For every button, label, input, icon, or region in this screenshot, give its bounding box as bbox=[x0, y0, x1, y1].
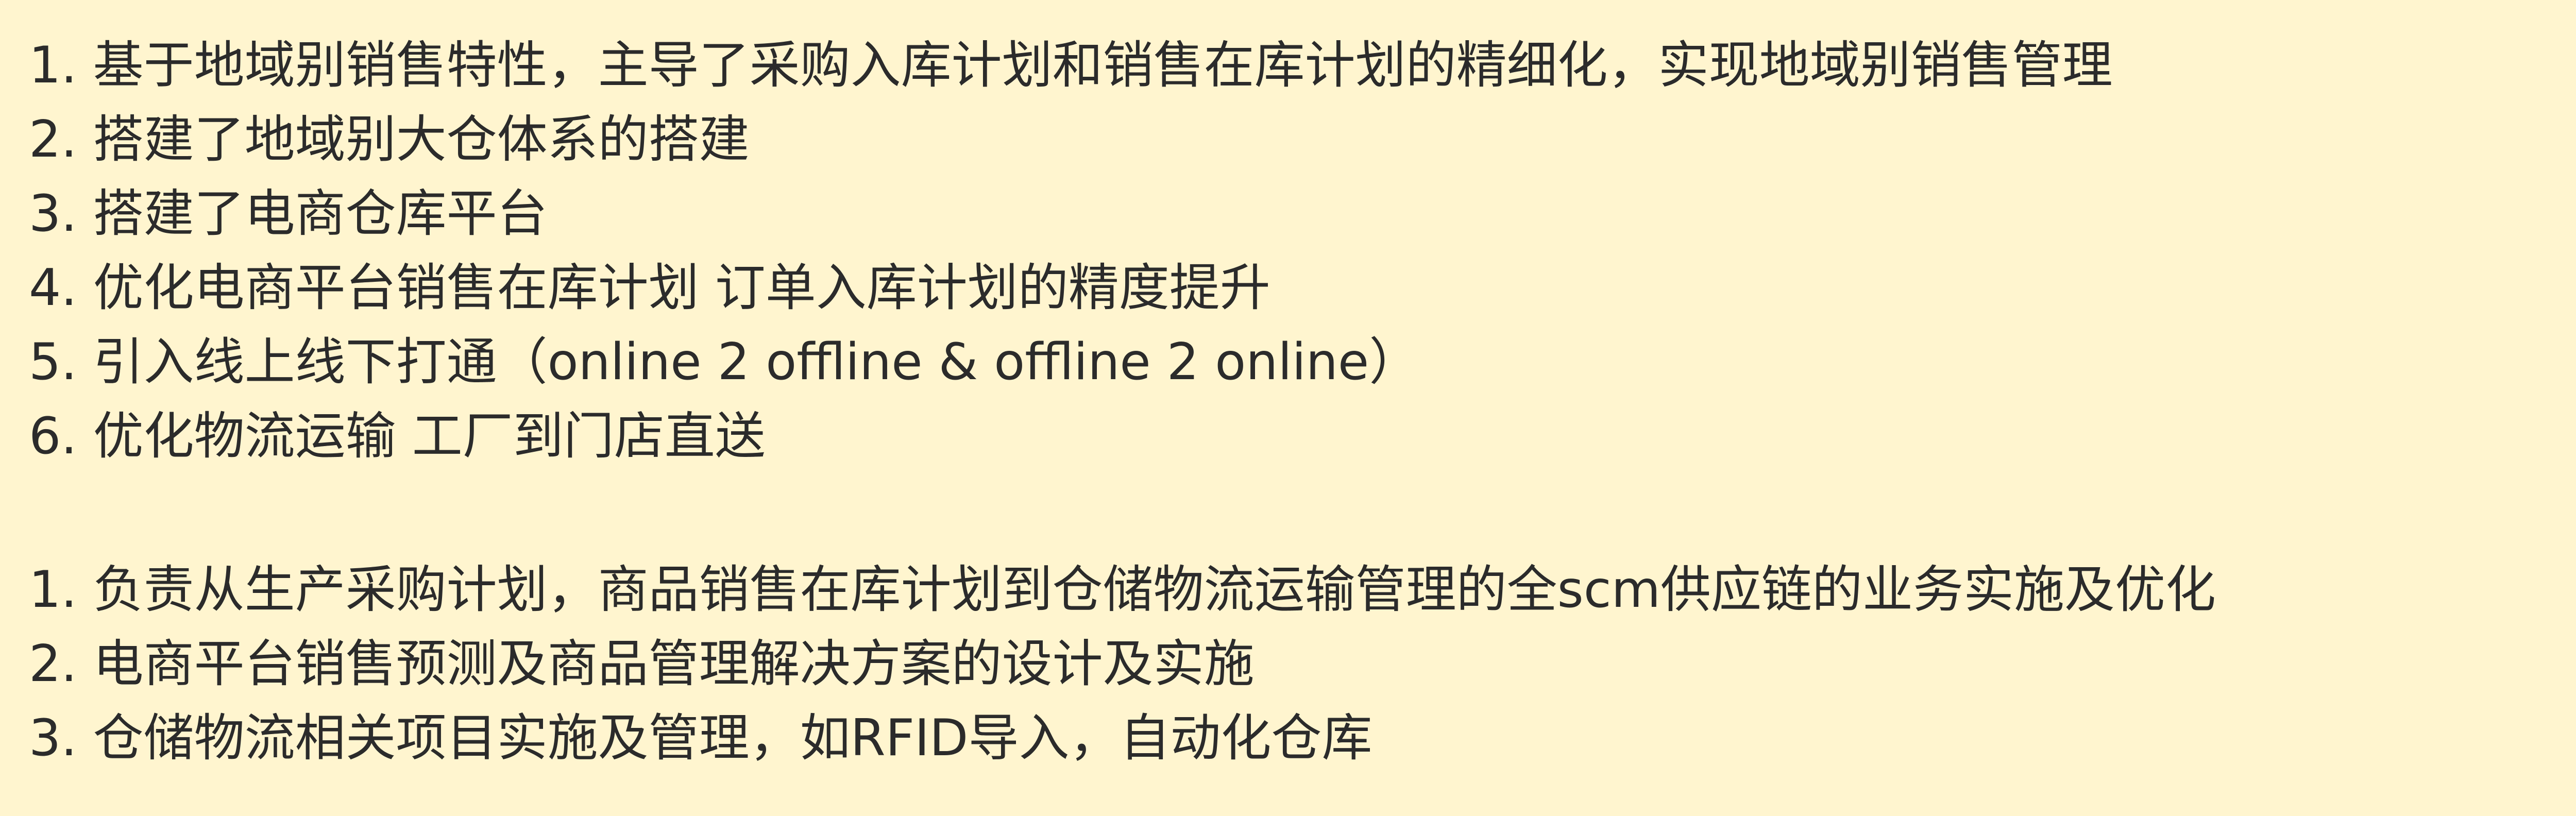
list-item: 6. 优化物流运输 工厂到门店直送 bbox=[29, 407, 766, 466]
list-item: 1. 负责从生产采购计划，商品销售在库计划到仓储物流运输管理的全scm供应链的业… bbox=[29, 560, 2216, 619]
list-item: 5. 引入线上线下打通（online 2 offline & offline 2… bbox=[29, 333, 1420, 392]
document-canvas: 1. 基于地域别销售特性，主导了采购入库计划和销售在库计划的精细化，实现地域别销… bbox=[0, 0, 2576, 816]
list-item: 1. 基于地域别销售特性，主导了采购入库计划和销售在库计划的精细化，实现地域别销… bbox=[29, 36, 2113, 95]
responsibilities-list: 1. 负责从生产采购计划，商品销售在库计划到仓储物流运输管理的全scm供应链的业… bbox=[0, 553, 2576, 775]
list-item: 3. 搭建了电商仓库平台 bbox=[29, 184, 548, 243]
list-item: 2. 电商平台销售预测及商品管理解决方案的设计及实施 bbox=[29, 635, 1255, 693]
list-item: 3. 仓储物流相关项目实施及管理，如RFID导入，自动化仓库 bbox=[29, 709, 1372, 768]
list-item: 2. 搭建了地域别大仓体系的搭建 bbox=[29, 110, 750, 169]
list-item: 4. 优化电商平台销售在库计划 订单入库计划的精度提升 bbox=[29, 259, 1270, 317]
achievements-list: 1. 基于地域别销售特性，主导了采购入库计划和销售在库计划的精细化，实现地域别销… bbox=[0, 28, 2576, 473]
